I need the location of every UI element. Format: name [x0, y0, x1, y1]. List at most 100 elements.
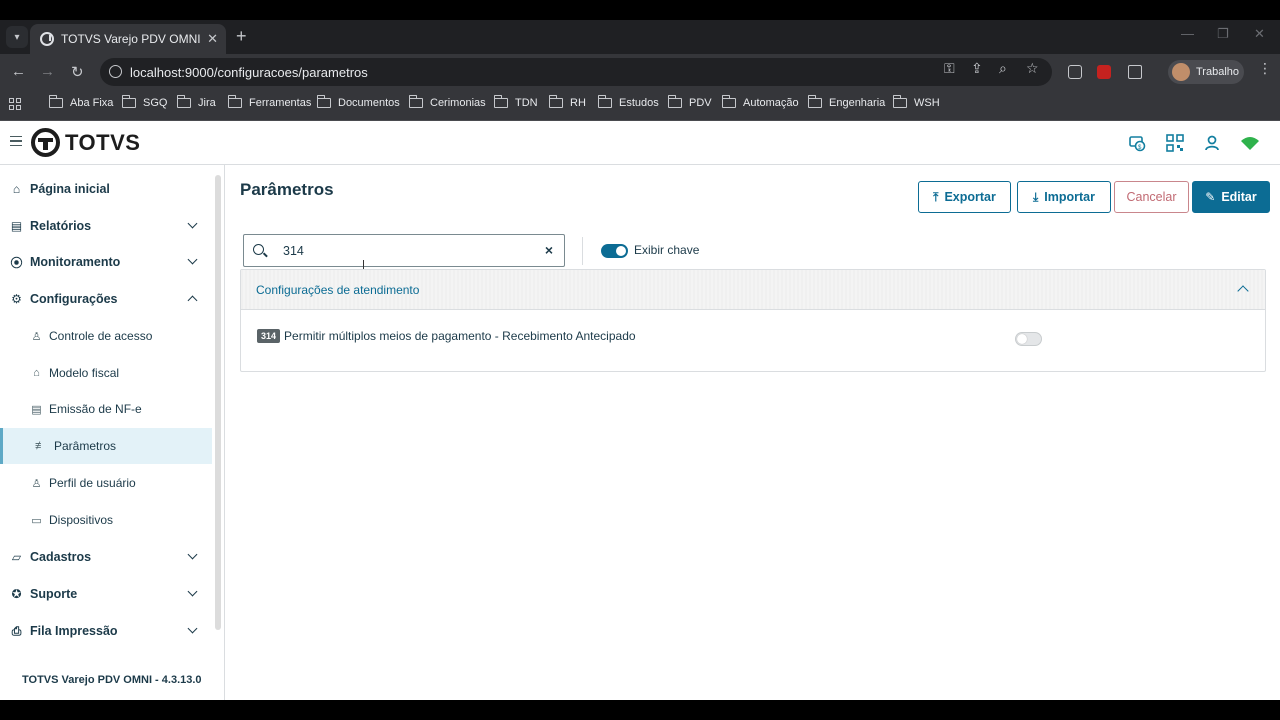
- bookmark-folder[interactable]: RH: [548, 95, 586, 109]
- upload-icon: ⤒: [933, 189, 939, 204]
- bank-icon: ⌂: [33, 367, 40, 379]
- bookmark-folder[interactable]: Cerimonias: [408, 95, 486, 109]
- zoom-icon[interactable]: ⌕: [999, 60, 1007, 77]
- bookmark-folder[interactable]: Ferramentas: [227, 95, 311, 109]
- app-header: TOTVS $: [0, 121, 1280, 165]
- apps-grid-icon[interactable]: [9, 98, 21, 110]
- bookmark-folder[interactable]: Engenharia: [807, 95, 885, 109]
- app-version-label: TOTVS Varejo PDV OMNI - 4.3.13.0: [22, 674, 202, 686]
- sync-money-icon[interactable]: $: [1127, 133, 1147, 153]
- sidebar-item-reports[interactable]: ▤ Relatórios: [0, 208, 212, 244]
- bookmark-folder[interactable]: SGQ: [121, 95, 167, 109]
- site-info-icon[interactable]: [109, 65, 122, 78]
- bookmark-folder[interactable]: PDV: [667, 95, 712, 109]
- parameter-group-panel: Configurações de atendimento 314 Permiti…: [240, 269, 1266, 372]
- show-key-toggle[interactable]: [601, 244, 628, 258]
- bookmarks-bar: Aba Fixa SGQ Jira Ferramentas Documentos…: [0, 90, 1280, 121]
- browser-tab[interactable]: TOTVS Varejo PDV OMNI ✕: [30, 24, 226, 54]
- tab-title: TOTVS Varejo PDV OMNI: [61, 32, 201, 46]
- sliders-icon: ≢: [35, 440, 46, 452]
- cancel-button[interactable]: Cancelar: [1114, 181, 1189, 213]
- qr-extension-icon[interactable]: [1068, 65, 1082, 79]
- restore-icon[interactable]: ❐: [1217, 26, 1229, 42]
- home-icon: ⌂: [12, 182, 21, 196]
- chevron-up-icon[interactable]: [1237, 285, 1249, 297]
- bookmark-folder[interactable]: WSH: [892, 95, 940, 109]
- lifebuoy-icon: ✪: [11, 587, 22, 601]
- sidebar-item-access-control[interactable]: ♙ Controle de acesso: [0, 318, 212, 354]
- sidebar-scrollbar[interactable]: [215, 175, 221, 630]
- chevron-down-icon: [187, 218, 198, 229]
- profile-chip[interactable]: Trabalho: [1168, 60, 1244, 84]
- clear-search-icon[interactable]: ×: [545, 242, 553, 258]
- search-input[interactable]: 314 ×: [243, 234, 565, 267]
- sidebar-item-nfe[interactable]: ▤ Emissão de NF-e: [0, 391, 212, 427]
- broadcast-icon: ⦿: [10, 255, 23, 270]
- chevron-down-icon: [187, 549, 198, 560]
- folder-icon: [892, 95, 907, 108]
- minimize-icon[interactable]: —: [1181, 26, 1194, 41]
- sidebar-item-user-profile[interactable]: ♙ Perfil de usuário: [0, 465, 212, 501]
- browser-menu-icon[interactable]: ⋮: [1258, 60, 1272, 77]
- sidebar-item-print-queue[interactable]: ⎙ Fila Impressão: [0, 613, 212, 649]
- sidebar-item-registers[interactable]: ▱ Cadastros: [0, 539, 212, 575]
- folder-icon: ▱: [11, 550, 22, 564]
- bookmark-folder[interactable]: Estudos: [597, 95, 659, 109]
- export-button[interactable]: ⤒ Exportar: [918, 181, 1011, 213]
- bookmark-star-icon[interactable]: ☆: [1026, 60, 1039, 77]
- parameter-group-header[interactable]: Configurações de atendimento: [241, 270, 1265, 310]
- import-button[interactable]: ⤓ Importar: [1017, 181, 1111, 213]
- gear-icon: ⚙: [11, 292, 22, 306]
- browser-tab-bar: ▾ TOTVS Varejo PDV OMNI ✕ + — ❐ ✕: [0, 20, 1280, 54]
- password-key-icon[interactable]: ⚿: [944, 60, 955, 77]
- bookmark-folder[interactable]: Documentos: [316, 95, 400, 109]
- bookmark-folder[interactable]: Automação: [721, 95, 799, 109]
- edit-button[interactable]: ✎ Editar: [1192, 181, 1270, 213]
- folder-icon: [548, 95, 563, 108]
- folder-icon: [721, 95, 736, 108]
- qr-code-icon[interactable]: [1165, 133, 1185, 153]
- close-window-icon[interactable]: ✕: [1254, 26, 1265, 42]
- url-text: localhost:9000/configuracoes/parametros: [130, 64, 368, 80]
- forward-icon[interactable]: →: [40, 63, 55, 80]
- bookmark-folder[interactable]: TDN: [493, 95, 538, 109]
- screen: ▾ TOTVS Varejo PDV OMNI ✕ + — ❐ ✕ ← → ↻ …: [0, 0, 1280, 720]
- reload-icon[interactable]: ↻: [71, 63, 84, 81]
- pencil-icon: ✎: [1205, 190, 1216, 204]
- folder-icon: [227, 95, 242, 108]
- page-title: Parâmetros: [240, 180, 334, 199]
- chevron-down-icon: [187, 254, 198, 265]
- back-icon[interactable]: ←: [11, 63, 26, 80]
- parameter-row: 314 Permitir múltiplos meios de pagament…: [257, 329, 636, 343]
- sidebar: ⌂ Página inicial ▤ Relatórios ⦿ Monitora…: [0, 165, 225, 700]
- install-app-icon[interactable]: ⇪: [971, 60, 983, 77]
- totvs-favicon-icon: [40, 32, 54, 46]
- user-lock-icon: ♙: [31, 330, 42, 343]
- sidebar-item-devices[interactable]: ▭ Dispositivos: [0, 502, 212, 538]
- sidebar-item-fiscal-model[interactable]: ⌂ Modelo fiscal: [0, 355, 212, 391]
- totvs-logo: TOTVS: [31, 128, 140, 157]
- parameter-toggle[interactable]: [1015, 332, 1042, 346]
- sidebar-item-parameters[interactable]: ≢ Parâmetros: [0, 428, 212, 464]
- totvs-logo-mark-icon: [31, 128, 60, 157]
- red-extension-icon[interactable]: [1097, 65, 1111, 79]
- sidebar-item-monitoring[interactable]: ⦿ Monitoramento: [0, 244, 212, 280]
- user-account-icon[interactable]: [1202, 133, 1222, 153]
- new-tab-button[interactable]: +: [236, 26, 247, 47]
- profile-avatar: [1172, 63, 1190, 81]
- folder-icon: [597, 95, 612, 108]
- bookmark-folder[interactable]: Jira: [176, 95, 216, 109]
- search-icon: [253, 244, 264, 255]
- download-icon: ⤓: [1032, 189, 1039, 204]
- address-bar[interactable]: localhost:9000/configuracoes/parametros: [100, 58, 1052, 86]
- extensions-puzzle-icon[interactable]: [1128, 65, 1142, 79]
- sidebar-item-home[interactable]: ⌂ Página inicial: [0, 171, 212, 207]
- printer-icon: ⎙: [11, 623, 22, 638]
- sidebar-item-settings[interactable]: ⚙ Configurações: [0, 281, 212, 317]
- tab-close-icon[interactable]: ✕: [207, 31, 218, 47]
- hamburger-menu-icon[interactable]: [10, 136, 22, 146]
- tab-search-button[interactable]: ▾: [6, 26, 28, 48]
- folder-icon: [667, 95, 682, 108]
- sidebar-item-support[interactable]: ✪ Suporte: [0, 576, 212, 612]
- bookmark-folder[interactable]: Aba Fixa: [48, 95, 113, 109]
